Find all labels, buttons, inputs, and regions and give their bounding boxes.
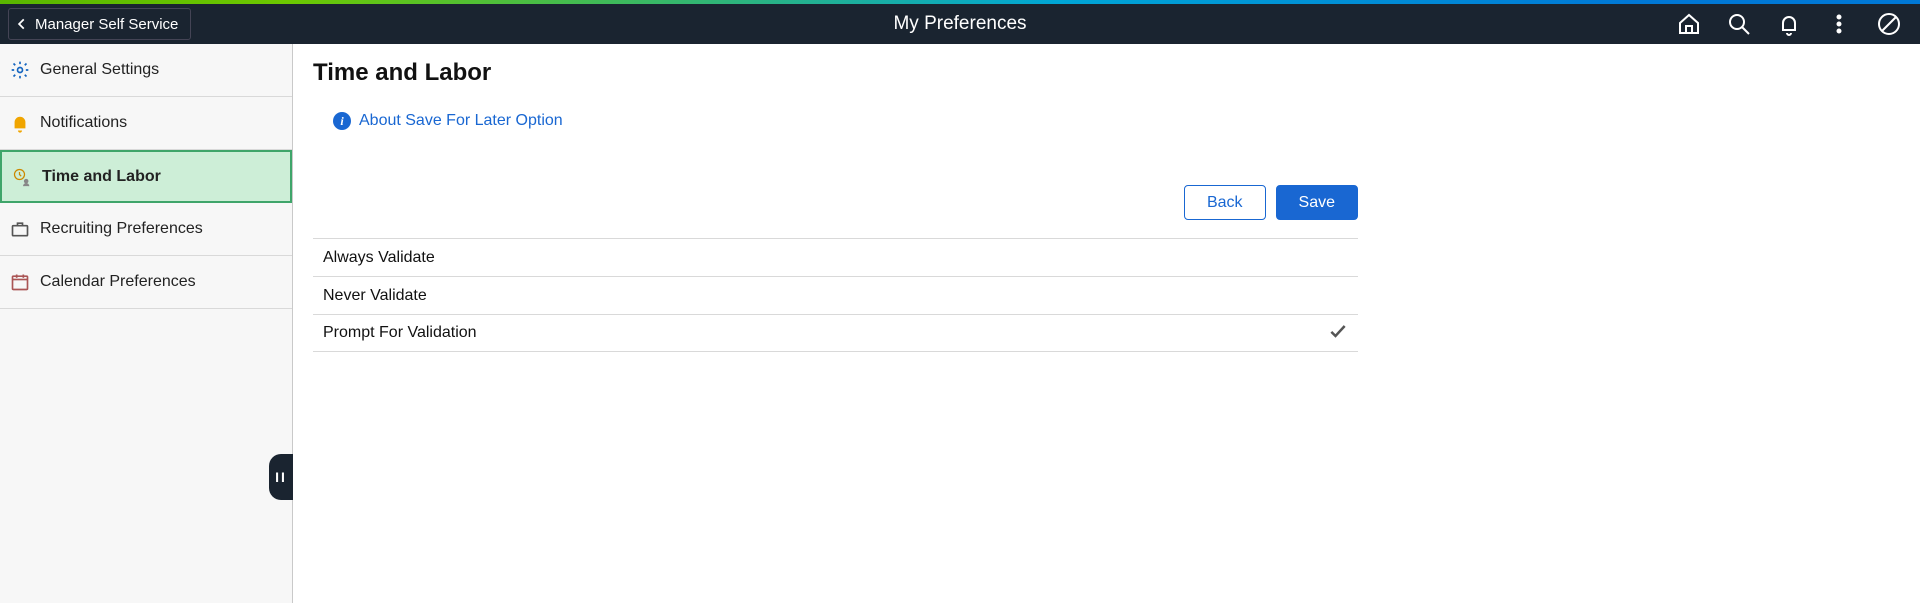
option-label: Prompt For Validation <box>323 324 477 342</box>
back-nav-button[interactable]: Manager Self Service <box>8 8 191 40</box>
header-actions <box>1676 11 1920 37</box>
sidebar-item-recruiting-preferences[interactable]: Recruiting Preferences <box>0 203 292 256</box>
option-label: Always Validate <box>323 249 435 267</box>
sidebar-item-time-and-labor[interactable]: Time and Labor <box>0 150 292 203</box>
page-title: My Preferences <box>893 13 1026 35</box>
sidebar: General Settings Notifications Time and … <box>0 44 293 603</box>
option-never-validate[interactable]: Never Validate <box>313 276 1358 314</box>
sidebar-collapse-handle[interactable]: II <box>269 454 293 500</box>
briefcase-icon <box>10 219 30 239</box>
sidebar-item-label: General Settings <box>40 61 159 79</box>
sidebar-item-notifications[interactable]: Notifications <box>0 97 292 150</box>
option-prompt-for-validation[interactable]: Prompt For Validation <box>313 314 1358 352</box>
validation-options-list: Always Validate Never Validate Prompt Fo… <box>313 238 1358 352</box>
about-save-for-later-link[interactable]: About Save For Later Option <box>359 112 563 130</box>
back-button[interactable]: Back <box>1184 185 1266 220</box>
action-button-row: Back Save <box>313 185 1358 220</box>
gear-icon <box>10 60 30 80</box>
back-nav-label: Manager Self Service <box>35 16 178 33</box>
info-link-row: i About Save For Later Option <box>333 112 1900 130</box>
info-icon: i <box>333 112 351 130</box>
calendar-icon <box>10 272 30 292</box>
save-button[interactable]: Save <box>1276 185 1358 220</box>
notifications-icon[interactable] <box>1776 11 1802 37</box>
option-always-validate[interactable]: Always Validate <box>313 238 1358 276</box>
chevron-left-icon <box>15 17 29 31</box>
sidebar-item-general-settings[interactable]: General Settings <box>0 44 292 97</box>
app-header: Manager Self Service My Preferences <box>0 4 1920 44</box>
sidebar-item-label: Time and Labor <box>42 168 161 186</box>
sidebar-item-label: Notifications <box>40 114 127 132</box>
search-icon[interactable] <box>1726 11 1752 37</box>
bell-icon <box>10 113 30 133</box>
home-icon[interactable] <box>1676 11 1702 37</box>
content-title: Time and Labor <box>313 59 1900 87</box>
option-label: Never Validate <box>323 287 427 305</box>
sidebar-item-label: Calendar Preferences <box>40 273 196 291</box>
compass-icon[interactable] <box>1876 11 1902 37</box>
collapse-icon: II <box>275 469 287 485</box>
sidebar-item-calendar-preferences[interactable]: Calendar Preferences <box>0 256 292 309</box>
kebab-menu-icon[interactable] <box>1826 11 1852 37</box>
content-area: Time and Labor i About Save For Later Op… <box>293 44 1920 603</box>
check-icon <box>1328 321 1348 346</box>
sidebar-item-label: Recruiting Preferences <box>40 220 203 238</box>
clock-person-icon <box>12 167 32 187</box>
